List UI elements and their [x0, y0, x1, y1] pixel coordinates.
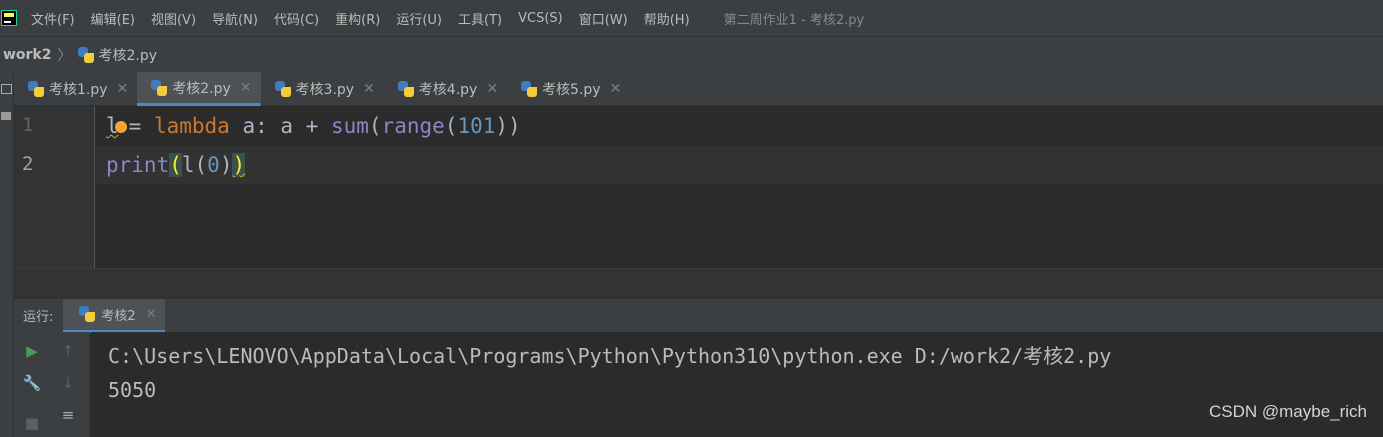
breadcrumb-file[interactable]: 考核2.py [77, 45, 158, 65]
python-file-icon [151, 79, 168, 96]
code-builtin: sum [330, 114, 369, 138]
structure-panel-icon[interactable] [1, 112, 11, 120]
tab-label: 考核2.py [172, 80, 231, 97]
menu-window[interactable]: 窗口(W) [579, 9, 628, 28]
menu-vcs[interactable]: VCS(S) [518, 11, 563, 26]
code-token: = [128, 114, 154, 138]
left-tool-stripe [0, 72, 14, 437]
python-file-icon [274, 81, 291, 97]
line-number: 1 [22, 114, 34, 136]
run-tab-label: 考核2 [101, 308, 136, 324]
window-title: 第二周作业1 - 考核2.py [723, 12, 865, 28]
tab-label: 考核1.py [49, 82, 108, 98]
menu-refactor[interactable]: 重构(R) [335, 9, 380, 28]
python-file-icon [397, 81, 414, 97]
run-toolbar: ▶ ↑ 🔧 ↓ ■ ≡ [14, 332, 90, 437]
code-keyword: lambda [153, 114, 230, 138]
run-tab[interactable]: 考核2 ✕ [63, 298, 165, 333]
run-tool-window-header: 运行: 考核2 ✕ [14, 298, 1383, 333]
tab-kaohe3[interactable]: 考核3.py ✕ [261, 72, 384, 106]
breadcrumb-project[interactable]: work2 [3, 47, 52, 63]
code-token: a: a + [229, 114, 331, 138]
console-line: 5050 [108, 378, 157, 402]
code-token: ) [219, 153, 233, 177]
python-file-icon [79, 306, 96, 322]
code-line-1[interactable]: l = lambda a: a + sum(range(101)) [96, 107, 1383, 145]
tab-label: 考核4.py [418, 82, 478, 98]
code-builtin: print [106, 153, 170, 177]
menu-navigate[interactable]: 导航(N) [212, 9, 258, 28]
code-token: )) [495, 114, 521, 138]
tab-label: 考核3.py [295, 82, 355, 98]
editor-tabs: 考核1.py ✕ 考核2.py ✕ 考核3.py ✕ 考核4.py ✕ 考核5.… [14, 72, 1383, 106]
menu-code[interactable]: 代码(C) [274, 9, 319, 28]
tab-kaohe5[interactable]: 考核5.py ✕ [507, 72, 630, 106]
breadcrumb-separator: 〉 [57, 47, 72, 64]
project-panel-icon[interactable] [1, 84, 12, 94]
menu-bar: 文件(F) 编辑(E) 视图(V) 导航(N) 代码(C) 重构(R) 运行(U… [0, 0, 1383, 36]
close-icon[interactable]: ✕ [486, 81, 498, 97]
soft-wrap-icon[interactable]: ≡ [57, 404, 79, 426]
menu-view[interactable]: 视图(V) [151, 9, 196, 28]
wrench-icon[interactable]: 🔧 [21, 372, 43, 394]
line-number-gutter: 1 2 [14, 106, 95, 268]
breadcrumb-file-label: 考核2.py [98, 47, 158, 64]
close-icon[interactable]: ✕ [610, 81, 622, 97]
code-builtin: range [381, 114, 445, 138]
python-file-icon [28, 81, 44, 97]
tab-label: 考核5.py [542, 82, 601, 98]
code-token: l( [181, 153, 208, 177]
code-brace: ) [232, 153, 246, 177]
menu-tools[interactable]: 工具(T) [458, 9, 502, 28]
run-console-output[interactable]: C:\Users\LENOVO\AppData\Local\Programs\P… [91, 332, 1383, 437]
code-editor[interactable]: 1 2 l = lambda a: a + sum(range(101)) pri… [14, 106, 1383, 268]
arrow-down-icon[interactable]: ↓ [57, 372, 79, 394]
close-icon[interactable]: ✕ [363, 81, 375, 97]
close-icon[interactable]: ✕ [146, 307, 157, 322]
pycharm-logo-icon [1, 10, 17, 26]
python-file-icon [77, 46, 94, 63]
lightbulb-icon[interactable] [114, 121, 127, 133]
close-icon[interactable]: ✕ [117, 81, 129, 97]
tab-kaohe1[interactable]: 考核1.py ✕ [14, 72, 137, 106]
code-line-2[interactable]: print(l(0)) [96, 146, 1383, 184]
python-file-icon [521, 81, 538, 97]
code-number: 0 [207, 153, 220, 177]
code-token: ( [368, 114, 382, 138]
tab-kaohe4[interactable]: 考核4.py ✕ [384, 72, 507, 106]
stop-icon[interactable]: ■ [21, 412, 43, 434]
console-line: C:\Users\LENOVO\AppData\Local\Programs\P… [108, 344, 1112, 368]
code-number: 101 [457, 114, 496, 138]
line-number: 2 [22, 153, 34, 175]
menu-run[interactable]: 运行(U) [396, 9, 442, 28]
arrow-up-icon[interactable]: ↑ [57, 340, 79, 362]
run-label: 运行: [23, 310, 54, 325]
close-icon[interactable]: ✕ [240, 80, 252, 96]
menu-help[interactable]: 帮助(H) [644, 9, 690, 28]
rerun-icon[interactable]: ▶ [21, 340, 43, 362]
menu-file[interactable]: 文件(F) [31, 9, 75, 28]
breadcrumb: work2 〉 考核2.py [0, 36, 1383, 72]
editor-spacer [14, 268, 1383, 298]
watermark: CSDN @maybe_rich [1208, 402, 1367, 421]
tab-kaohe2[interactable]: 考核2.py ✕ [137, 72, 261, 106]
code-brace: ( [169, 153, 182, 177]
code-token: ( [444, 114, 458, 138]
menu-edit[interactable]: 编辑(E) [91, 9, 135, 28]
